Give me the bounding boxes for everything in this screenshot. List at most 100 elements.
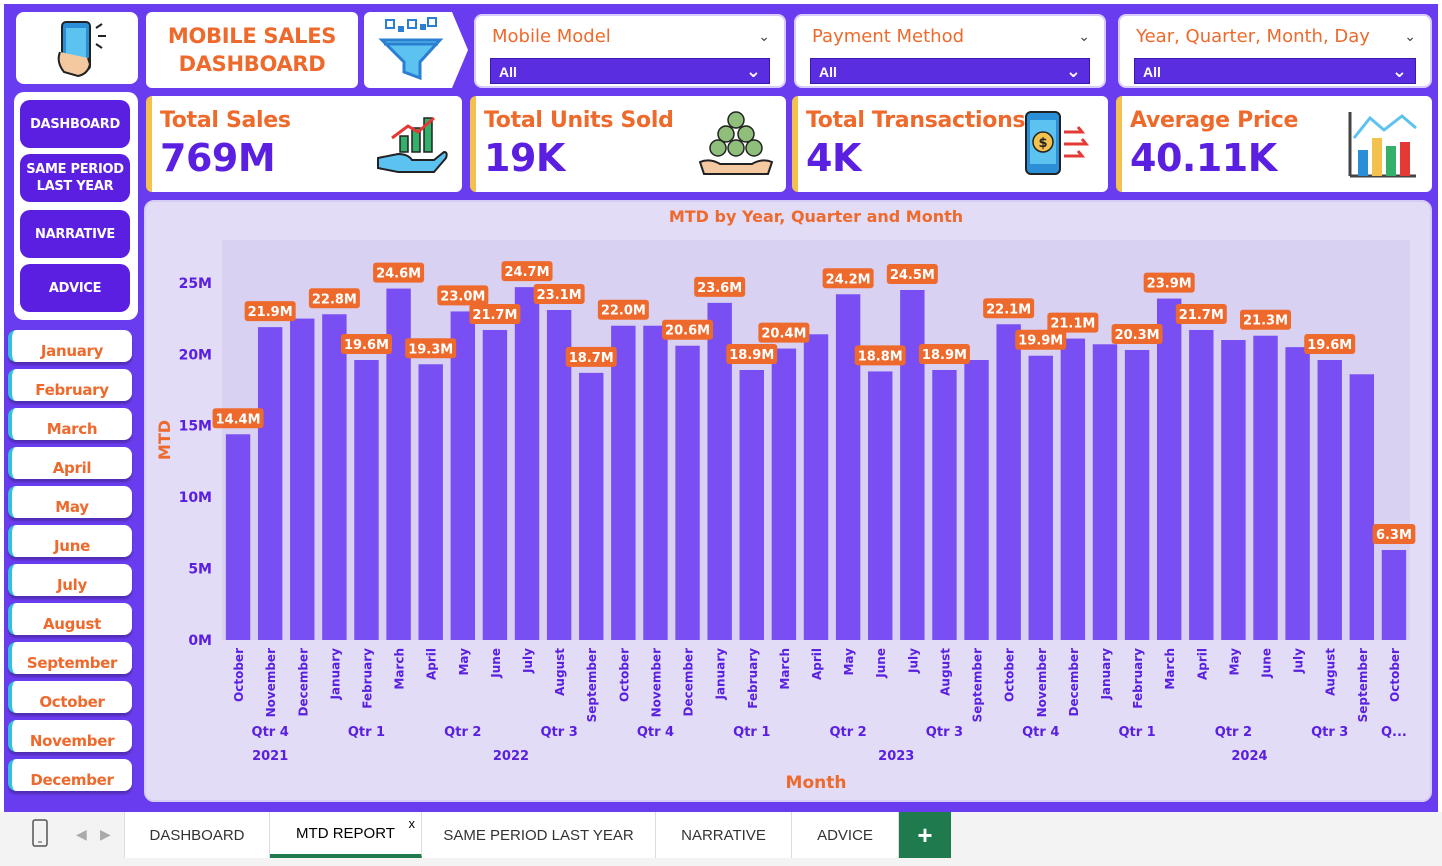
phone-hand-icon [57, 21, 106, 78]
tab-advice-label: ADVICE [817, 826, 873, 844]
x-tick-label: June [489, 648, 503, 679]
chart-bar [1156, 298, 1182, 640]
chart-bar [900, 290, 925, 640]
data-label: 24.2M [826, 272, 871, 287]
x-tick-label: October [1388, 648, 1402, 702]
month-button-october[interactable]: October [8, 681, 132, 713]
tab-scroll-left-icon[interactable]: ◀ [76, 826, 87, 843]
year-label: 2024 [1231, 749, 1267, 764]
data-label: 21.3M [1243, 314, 1288, 329]
kpi-label: Average Price [1130, 108, 1299, 133]
data-label: 24.5M [890, 268, 935, 283]
nav-dashboard-button[interactable]: DASHBOARD [20, 100, 130, 148]
filter-panel[interactable] [364, 12, 468, 88]
chevron-down-icon[interactable]: ⌄ [758, 28, 770, 45]
month-button-may[interactable]: May [8, 486, 132, 518]
quarter-label: Qtr 4 [637, 725, 674, 740]
tab-same-period-last-year[interactable]: SAME PERIOD LAST YEAR [422, 812, 656, 858]
add-page-button[interactable]: + [899, 812, 951, 858]
quarter-label: Q... [1381, 725, 1407, 740]
chart-bar [1189, 330, 1214, 640]
data-label: 24.6M [376, 267, 421, 282]
month-button-april[interactable]: April [8, 447, 132, 479]
slicer-mobile-model-value: All [499, 64, 517, 80]
year-label: 2023 [878, 749, 914, 764]
nav-same-period-line-1: SAME PERIOD [26, 162, 124, 177]
chevron-down-icon[interactable]: ⌄ [1066, 61, 1081, 82]
bar-chart-icon [1348, 112, 1417, 178]
tab-mtd-report[interactable]: MTD REPORT x [270, 812, 422, 858]
quarter-label: Qtr 1 [733, 725, 770, 740]
tab-narrative[interactable]: NARRATIVE [656, 812, 792, 858]
x-tick-label: November [649, 648, 663, 717]
kpi-total-units-sold: Total Units Sold 19K [470, 96, 786, 192]
y-tick-label: 10M [179, 490, 212, 506]
nav-same-period-label: SAME PERIOD LAST YEAR [26, 161, 124, 195]
chevron-down-icon[interactable]: ⌄ [1392, 61, 1407, 82]
phone-layout-icon[interactable] [30, 818, 50, 848]
x-tick-label: April [425, 648, 439, 680]
quarter-label: Qtr 2 [1215, 725, 1252, 740]
chart-bar [322, 314, 347, 640]
year-label: 2021 [252, 749, 288, 764]
chart-bar [579, 372, 604, 640]
month-button-august[interactable]: August [8, 603, 132, 635]
slicer-date-hierarchy[interactable]: Year, Quarter, Month, Day ⌄ All ⌄ [1118, 14, 1432, 88]
x-tick-label: July [1292, 648, 1306, 674]
slicer-mobile-model[interactable]: Mobile Model ⌄ All ⌄ [474, 14, 786, 88]
slicer-payment-method[interactable]: Payment Method ⌄ All ⌄ [794, 14, 1106, 88]
close-tab-icon[interactable]: x [409, 816, 416, 831]
x-tick-label: February [746, 648, 760, 709]
chart-bar [932, 370, 957, 640]
mtd-bar-chart: MTD by Year, Quarter and Month 0M 5M 10M 15M… [155, 207, 1416, 793]
month-label: November [29, 732, 115, 750]
nav-same-period-button[interactable]: SAME PERIOD LAST YEAR [20, 154, 130, 202]
x-tick-label: May [842, 648, 856, 676]
nav-advice-label: ADVICE [48, 280, 102, 296]
x-tick-label: June [1260, 648, 1274, 679]
kpi-label: Total Sales [160, 108, 291, 133]
chart-bar [1349, 374, 1375, 640]
chevron-down-icon[interactable]: ⌄ [746, 61, 761, 82]
quarter-label: Qtr 1 [348, 725, 385, 740]
x-tick-label: February [1131, 648, 1145, 709]
month-button-september[interactable]: September [8, 642, 132, 674]
x-tick-label: January [328, 648, 342, 701]
data-label: 22.1M [986, 302, 1031, 317]
chevron-down-icon[interactable]: ⌄ [1404, 28, 1416, 45]
nav-advice-button[interactable]: ADVICE [20, 264, 130, 312]
title-line-2: DASHBOARD [178, 52, 326, 76]
tab-dashboard[interactable]: DASHBOARD [124, 812, 270, 858]
plus-icon: + [917, 819, 933, 850]
chart-bar [803, 334, 829, 640]
month-button-december[interactable]: December [8, 759, 132, 791]
chevron-down-icon[interactable]: ⌄ [1078, 28, 1090, 45]
chart-bar [514, 287, 540, 640]
month-label: September [26, 654, 118, 672]
logo-panel [16, 12, 138, 84]
nav-narrative-button[interactable]: NARRATIVE [20, 210, 130, 258]
slicer-payment-method-dropdown[interactable]: All ⌄ [810, 58, 1090, 84]
slicer-date-hierarchy-dropdown[interactable]: All ⌄ [1134, 58, 1416, 84]
month-button-june[interactable]: June [8, 525, 132, 557]
month-button-november[interactable]: November [8, 720, 132, 752]
month-button-march[interactable]: March [8, 408, 132, 440]
tab-same-period-label: SAME PERIOD LAST YEAR [443, 826, 634, 844]
nav-narrative-label: NARRATIVE [35, 226, 115, 242]
chart-bar [418, 364, 443, 640]
slicer-mobile-model-dropdown[interactable]: All ⌄ [490, 58, 770, 84]
x-tick-label: August [1324, 648, 1338, 696]
year-label: 2022 [493, 749, 529, 764]
tab-scroll-right-icon[interactable]: ▶ [100, 826, 111, 843]
slicer-date-hierarchy-value: All [1143, 64, 1161, 80]
tab-advice[interactable]: ADVICE [792, 812, 899, 858]
month-button-january[interactable]: January [8, 330, 132, 362]
chart-bar [1253, 335, 1278, 640]
coins-stack-icon [698, 111, 774, 175]
data-label: 21.7M [472, 308, 517, 323]
y-tick-label: 25M [179, 276, 212, 292]
filter-funnel-icon [364, 12, 468, 88]
nav-dashboard-label: DASHBOARD [30, 116, 120, 132]
month-button-february[interactable]: February [8, 369, 132, 401]
month-button-july[interactable]: July [8, 564, 132, 596]
